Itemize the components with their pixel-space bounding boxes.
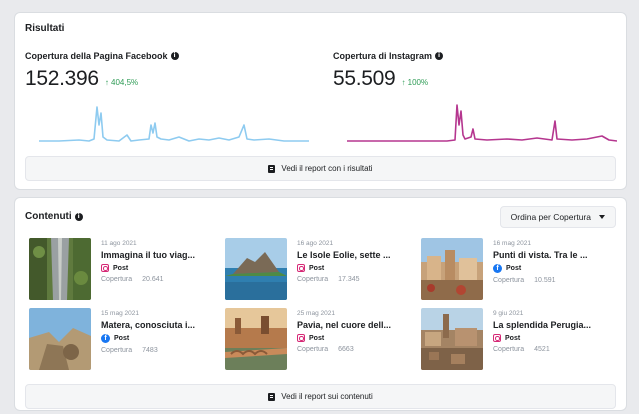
post-card[interactable]: 16 ago 2021 Le Isole Eolie, sette ... Po… xyxy=(225,238,415,302)
post-type-label: Post xyxy=(505,334,521,342)
post-thumbnail[interactable] xyxy=(421,238,483,300)
sort-label: Ordina per Copertura xyxy=(510,212,591,222)
post-title[interactable]: Pavia, nel cuore dell... xyxy=(297,320,415,330)
post-date: 11 ago 2021 xyxy=(101,240,137,247)
post-type-label: Post xyxy=(309,334,325,342)
facebook-reach-sparkline xyxy=(39,106,309,142)
post-date: 25 mag 2021 xyxy=(297,310,335,317)
report-icon xyxy=(268,164,276,173)
post-type-label: Post xyxy=(113,264,129,272)
post-thumbnail[interactable] xyxy=(225,308,287,370)
post-date: 16 mag 2021 xyxy=(493,240,531,247)
report-icon xyxy=(268,392,276,401)
post-date: 16 ago 2021 xyxy=(297,240,334,247)
post-date: 15 mag 2021 xyxy=(101,310,139,317)
instagram-reach-label: Copertura di Instagram xyxy=(333,51,433,61)
post-title[interactable]: La splendida Perugia... xyxy=(493,320,611,330)
results-report-label: Vedi il report con i risultati xyxy=(281,164,373,173)
post-card[interactable]: 11 ago 2021 Immagina il tuo viag... Post… xyxy=(29,238,219,302)
results-card: Risultati Copertura della Pagina Faceboo… xyxy=(14,12,627,190)
post-reach-value: 7483 xyxy=(142,347,158,354)
facebook-icon: f xyxy=(493,264,502,273)
post-thumbnail[interactable] xyxy=(421,308,483,370)
info-icon[interactable]: i xyxy=(74,212,83,221)
post-title[interactable]: Matera, conosciuta i... xyxy=(101,320,219,330)
post-thumbnail[interactable] xyxy=(225,238,287,300)
post-reach-value: 10.591 xyxy=(534,277,556,284)
post-type-label: Post xyxy=(114,335,130,342)
post-reach-label: Copertura xyxy=(493,277,525,284)
instagram-icon xyxy=(297,334,305,342)
post-thumbnail[interactable] xyxy=(29,238,91,300)
post-reach-value: 6663 xyxy=(338,346,354,353)
post-reach-label: Copertura xyxy=(101,276,133,283)
info-icon[interactable]: i xyxy=(170,52,179,60)
facebook-reach-metric: Copertura della Pagina Facebook i 152.39… xyxy=(25,51,305,91)
instagram-reach-change: ↑ 100% xyxy=(401,78,429,87)
post-title[interactable]: Immagina il tuo viag... xyxy=(101,250,219,260)
instagram-icon xyxy=(297,264,305,272)
post-title[interactable]: Punti di vista. Tra le ... xyxy=(493,250,611,260)
chevron-down-icon xyxy=(599,215,605,219)
post-date: 9 giu 2021 xyxy=(493,310,524,317)
contents-card: Contenuti i Ordina per Copertura 11 ago … xyxy=(14,197,627,411)
sort-dropdown[interactable]: Ordina per Copertura xyxy=(499,206,616,228)
facebook-reach-label: Copertura della Pagina Facebook xyxy=(25,51,168,61)
post-card[interactable]: 15 mag 2021 Matera, conosciuta i... f Po… xyxy=(29,308,219,372)
post-reach-label: Copertura xyxy=(101,347,133,354)
instagram-reach-value: 55.509 xyxy=(333,67,396,90)
post-title[interactable]: Le Isole Eolie, sette ... xyxy=(297,250,415,260)
contents-report-button[interactable]: Vedi il report sui contenuti xyxy=(25,384,616,409)
facebook-reach-change: ↑ 404,5% xyxy=(104,78,139,87)
post-reach-value: 20.641 xyxy=(142,276,164,283)
post-card[interactable]: 16 mag 2021 Punti di vista. Tra le ... f… xyxy=(421,238,611,302)
post-thumbnail[interactable] xyxy=(29,308,91,370)
post-reach-value: 17.345 xyxy=(338,276,360,283)
facebook-icon: f xyxy=(101,334,110,343)
instagram-icon xyxy=(101,264,109,272)
contents-report-label: Vedi il report sui contenuti xyxy=(281,392,373,401)
post-card[interactable]: 25 mag 2021 Pavia, nel cuore dell... Pos… xyxy=(225,308,415,372)
post-reach-label: Copertura xyxy=(493,346,525,353)
post-reach-label: Copertura xyxy=(297,346,329,353)
post-reach-label: Copertura xyxy=(297,276,329,283)
contents-title: Contenuti xyxy=(25,211,72,222)
instagram-reach-sparkline xyxy=(347,104,617,142)
post-reach-value: 4521 xyxy=(534,346,550,353)
post-type-label: Post xyxy=(506,265,522,272)
post-type-label: Post xyxy=(309,264,325,272)
info-icon[interactable]: i xyxy=(435,52,444,60)
instagram-icon xyxy=(493,334,501,342)
facebook-reach-value: 152.396 xyxy=(25,67,99,90)
results-title: Risultati xyxy=(25,23,65,34)
results-report-button[interactable]: Vedi il report con i risultati xyxy=(25,156,616,181)
instagram-reach-metric: Copertura di Instagram i 55.509 ↑ 100% xyxy=(333,51,613,91)
post-card[interactable]: 9 giu 2021 La splendida Perugia... Post … xyxy=(421,308,611,372)
